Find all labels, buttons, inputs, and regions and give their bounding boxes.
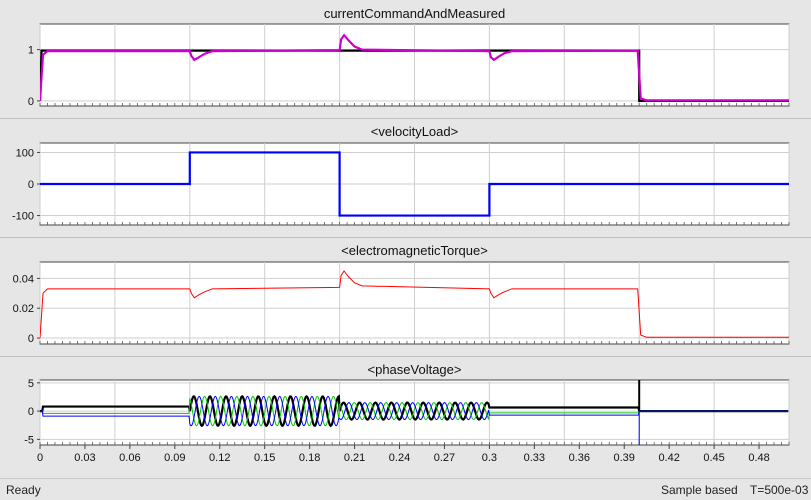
scope-plots: currentCommandAndMeasured 0 1 <velocityLoad… bbox=[0, 0, 811, 478]
status-sample-mode: Sample based bbox=[661, 483, 738, 497]
x-tick-label: 0.03 bbox=[74, 452, 95, 464]
x-tick-label: 0.18 bbox=[299, 452, 320, 464]
y-tick-label: 0 bbox=[28, 406, 34, 418]
x-tick-label: 0.09 bbox=[164, 452, 185, 464]
x-tick-label: 0.45 bbox=[703, 452, 724, 464]
x-tick-label: 0.3 bbox=[482, 452, 497, 464]
plot-title: <phaseVoltage> bbox=[368, 362, 462, 377]
plot-title: <electromagneticTorque> bbox=[341, 243, 488, 258]
plot-panel-2: <velocityLoad> -100 0 100 bbox=[0, 118, 811, 237]
x-tick-label: 0.06 bbox=[119, 452, 140, 464]
x-tick-label: 0.39 bbox=[614, 452, 635, 464]
x-tick-label: 0.15 bbox=[254, 452, 275, 464]
y-tick-label: 0.02 bbox=[13, 303, 34, 315]
x-tick-label: 0.21 bbox=[344, 452, 365, 464]
plot-title: currentCommandAndMeasured bbox=[324, 6, 505, 21]
y-tick-label: 100 bbox=[16, 147, 34, 159]
y-tick-label: -100 bbox=[12, 211, 34, 223]
x-tick-label: 0.48 bbox=[748, 452, 769, 464]
x-tick-label: 0.27 bbox=[434, 452, 455, 464]
status-bar: Ready Sample based T=500e-03 bbox=[0, 478, 811, 500]
status-time: T=500e-03 bbox=[750, 483, 809, 497]
x-tick-label: 0 bbox=[37, 452, 43, 464]
x-tick-label: 0.33 bbox=[524, 452, 545, 464]
x-tick-label: 0.24 bbox=[389, 452, 410, 464]
status-ready-text: Ready bbox=[6, 483, 41, 497]
x-tick-label: 0.36 bbox=[569, 452, 590, 464]
y-tick-label: 1 bbox=[28, 45, 34, 57]
y-tick-label: 5 bbox=[28, 378, 34, 390]
plot-panel-4: <phaseVoltage>-5050 0.03 0.06 0.09 0.12 0.15 0… bbox=[0, 356, 811, 478]
x-tick-label: 0.12 bbox=[209, 452, 230, 464]
plot-title: <velocityLoad> bbox=[371, 124, 458, 139]
y-tick-label: 0.04 bbox=[13, 273, 34, 285]
x-tick-label: 0.42 bbox=[658, 452, 679, 464]
y-tick-label: 0 bbox=[28, 333, 34, 345]
plot-panel-3: <electromagneticTorque> 0 0.02 0.04 bbox=[0, 237, 811, 356]
y-tick-label: 0 bbox=[28, 96, 34, 108]
y-tick-label: -5 bbox=[24, 434, 34, 446]
plot-panel-1: currentCommandAndMeasured 0 1 bbox=[0, 0, 811, 118]
y-tick-label: 0 bbox=[28, 179, 34, 191]
